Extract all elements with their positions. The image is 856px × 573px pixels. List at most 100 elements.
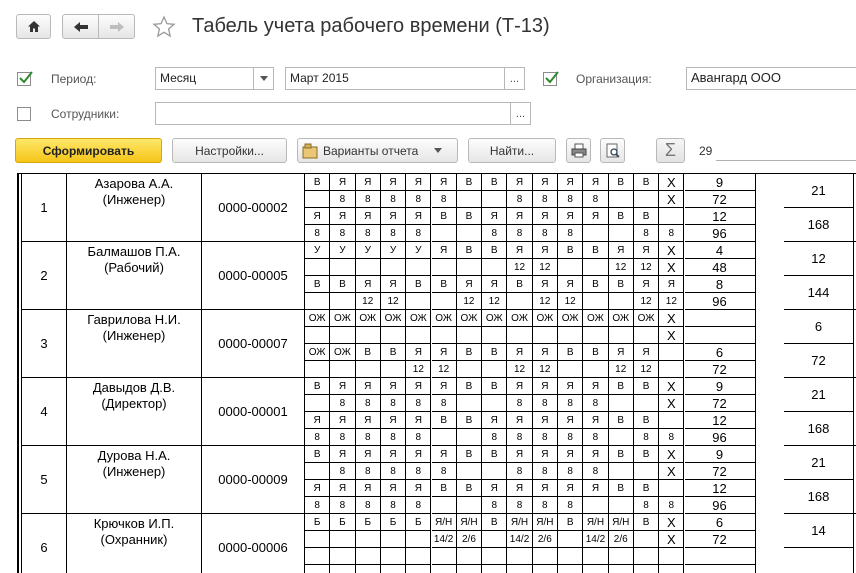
day-mark [583, 497, 609, 514]
day-mark [431, 497, 457, 514]
day-mark: В [482, 378, 508, 395]
day-mark: 8 [355, 497, 381, 514]
cross-mark: X [659, 174, 685, 191]
period-checkbox[interactable] [17, 71, 33, 86]
print-button[interactable] [566, 138, 591, 163]
settings-button[interactable]: Настройки... [172, 138, 287, 163]
day-mark: 8 [406, 429, 432, 446]
day-mark: 8 [355, 395, 381, 412]
day-mark [507, 548, 533, 565]
day-mark: 8 [305, 497, 331, 514]
day-mark: Б [380, 514, 407, 531]
day-mark: В [431, 276, 457, 293]
hours-total: 168 [784, 412, 854, 446]
period-total: 96 [684, 429, 756, 446]
day-mark: 8 [355, 429, 381, 446]
day-mark: В [608, 446, 634, 463]
day-mark: В [482, 514, 508, 531]
day-mark: Я [431, 174, 457, 191]
day-mark [457, 565, 483, 573]
day-mark [608, 327, 634, 344]
day-mark: Я [330, 446, 356, 463]
day-mark: 8 [659, 225, 685, 242]
day-mark: В [305, 276, 331, 293]
day-mark: Я [633, 344, 660, 361]
day-mark: В [608, 480, 634, 497]
day-mark [659, 208, 685, 225]
day-mark: Я [406, 174, 432, 191]
day-mark [583, 293, 609, 310]
home-button[interactable] [16, 14, 51, 39]
find-button[interactable]: Найти... [468, 138, 556, 163]
sum-button[interactable]: Σ [656, 138, 685, 163]
day-mark: Б [330, 514, 356, 531]
day-mark [406, 565, 432, 573]
day-mark: 8 [558, 191, 584, 208]
day-mark: Я [431, 344, 457, 361]
day-mark: 12 [532, 361, 558, 378]
day-mark: 8 [583, 395, 609, 412]
day-mark: 8 [380, 191, 407, 208]
employee-name: Гаврилова Н.И. [87, 312, 181, 327]
generate-button[interactable]: Сформировать [15, 138, 162, 163]
employees-select-button[interactable]: ... [510, 102, 531, 125]
period-total: 96 [684, 293, 756, 310]
day-mark [558, 565, 584, 573]
favorite-star-icon[interactable] [152, 15, 176, 42]
day-mark [406, 531, 432, 548]
day-mark [456, 429, 483, 446]
day-mark: В [380, 344, 407, 361]
period-select-button[interactable]: ... [504, 67, 525, 90]
day-mark [355, 548, 381, 565]
personnel-number: 0000-00002 [202, 174, 305, 242]
day-mark: ОЖ [456, 310, 483, 327]
day-mark: В [633, 480, 660, 497]
day-mark [659, 565, 685, 573]
day-mark: В [608, 412, 634, 429]
day-mark: 8 [558, 463, 584, 480]
day-mark: 8 [532, 225, 558, 242]
day-mark: Я [633, 276, 660, 293]
employees-checkbox[interactable] [17, 107, 31, 121]
day-mark: Я [355, 276, 381, 293]
period-value-field[interactable]: Март 2015 [285, 67, 511, 90]
period-type-dropdown-button[interactable] [253, 67, 274, 90]
day-mark: Я [406, 412, 432, 429]
day-mark [305, 463, 331, 480]
cross-mark: X [659, 514, 685, 531]
report-variants-button[interactable]: Варианты отчета [297, 138, 458, 163]
day-mark: ОЖ [507, 310, 533, 327]
day-mark: Б [305, 514, 331, 531]
day-mark [305, 191, 331, 208]
day-mark: 8 [355, 463, 381, 480]
day-mark [305, 259, 331, 276]
day-mark: Я [583, 446, 609, 463]
day-mark: Я [380, 480, 407, 497]
day-mark: 8 [482, 429, 508, 446]
employees-label: Сотрудники: [51, 107, 120, 121]
organization-checkbox[interactable] [543, 71, 559, 86]
organization-field[interactable]: Авангард ООО [686, 67, 856, 90]
day-mark [659, 361, 685, 378]
day-mark: Я [558, 446, 584, 463]
day-mark [456, 548, 483, 565]
day-mark: В [558, 242, 584, 259]
period-total: 72 [684, 531, 756, 548]
day-mark: 12 [633, 259, 660, 276]
employees-field[interactable] [155, 102, 511, 125]
day-mark: В [456, 344, 483, 361]
day-mark: Я [330, 412, 356, 429]
preview-button[interactable] [600, 138, 625, 163]
day-mark [659, 344, 685, 361]
back-button[interactable] [62, 14, 99, 39]
day-mark: 12 [532, 259, 558, 276]
day-mark: В [633, 208, 660, 225]
day-mark [330, 548, 356, 565]
forward-button[interactable] [98, 14, 135, 39]
day-mark: В [558, 344, 584, 361]
day-mark [406, 548, 432, 565]
day-mark: В [355, 344, 381, 361]
day-mark [507, 293, 533, 310]
day-mark: 8 [330, 463, 356, 480]
day-mark: В [330, 276, 356, 293]
